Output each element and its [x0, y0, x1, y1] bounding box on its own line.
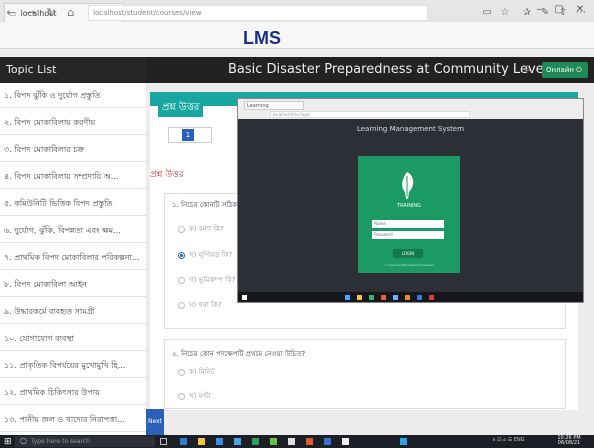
- option-label: ক) মিনিট: [189, 368, 215, 376]
- sidebar-item[interactable]: ৬. দুর্যোগ, ঝুঁকি, বিপন্নতা এবং ক্ষম...: [0, 218, 146, 243]
- radio-button[interactable]: [178, 276, 185, 284]
- search-icon: ○: [20, 436, 27, 445]
- embedded-title: Learning Management System: [356, 125, 465, 133]
- sidebar-item[interactable]: ৮. বিপদ মোকাবিলা আইন: [0, 272, 146, 297]
- course-title: Basic Disaster Preparedness at Community…: [228, 62, 548, 77]
- favorite-icon[interactable]: ☆: [498, 6, 512, 20]
- app-icon[interactable]: [306, 438, 313, 445]
- taskbar-clock[interactable]: 10:26 PM 06/08/21: [554, 436, 584, 446]
- back-icon[interactable]: ←: [4, 6, 18, 20]
- sidebar-item[interactable]: ১০. যোগাযোগ ব্যবস্থা: [0, 326, 146, 351]
- embedded-app-icon: [345, 295, 350, 300]
- reading-view-icon[interactable]: ▭: [480, 6, 494, 20]
- login-password-field[interactable]: Password: [372, 231, 444, 239]
- login-username-field[interactable]: Name: [372, 220, 444, 228]
- topic-sidebar: ১. বিপদ ঝুঁকি ও দুর্যোগ প্রস্তুতি ২. বিপ…: [0, 83, 147, 435]
- embedded-app-icon: [429, 295, 434, 300]
- quiz-card-header: প্রশ্ন উত্তর: [158, 100, 204, 117]
- radio-button-selected[interactable]: [178, 251, 185, 259]
- embedded-app-icon: [357, 295, 362, 300]
- notes-icon[interactable]: ✎: [538, 6, 552, 20]
- answer-option[interactable]: খ) ঘূর্ণিঝড় কি?: [178, 249, 232, 261]
- store-icon[interactable]: [216, 438, 223, 445]
- sidebar-item[interactable]: ৫. কমিউনিটি ভিত্তিক বিপদ প্রস্তুতি: [0, 191, 146, 216]
- url-field[interactable]: localhost/student/courses/view: [88, 5, 428, 21]
- sidebar-item[interactable]: ৩. বিপদ মোকাবিলার চক্র: [0, 137, 146, 162]
- question-text: ২. নিচের কোন পদক্ষেপটি প্রথমে নেওয়া উচি…: [172, 350, 306, 358]
- app-icon[interactable]: [400, 438, 407, 445]
- embedded-taskbar: [238, 292, 583, 302]
- leaf-logo-icon: [402, 172, 414, 199]
- option-label: ক) বন্যা কি?: [189, 225, 224, 233]
- radio-button[interactable]: [178, 225, 185, 233]
- embedded-app-icon: [381, 295, 386, 300]
- app-icon[interactable]: [288, 438, 295, 445]
- answer-option[interactable]: ক) বন্যা কি?: [178, 223, 224, 235]
- sidebar-title: Topic List: [0, 57, 146, 83]
- radio-button[interactable]: [178, 368, 185, 376]
- sidebar-item[interactable]: ৭. প্রাথমিক বিপদ মোকাবিলার পরিকল্পনা...: [0, 245, 146, 270]
- option-label: গ) ভূমিকম্প কি?: [189, 276, 236, 284]
- app-icon[interactable]: [270, 438, 277, 445]
- option-label: ঘ) খরা কি?: [189, 301, 222, 309]
- answer-option[interactable]: খ) ঘণ্টা: [178, 390, 211, 402]
- share-icon[interactable]: ⇪: [556, 6, 570, 20]
- file-explorer-icon[interactable]: [198, 438, 205, 445]
- sidebar-item[interactable]: ৪. বিপদ মোকাবিলায় সম্প্রদায়ি অ...: [0, 164, 146, 189]
- app-icon[interactable]: [252, 438, 259, 445]
- embedded-start-icon: [242, 295, 247, 300]
- sidebar-item[interactable]: ২. বিপদ মোকাবিলায় করণীয়: [0, 110, 146, 135]
- radio-button[interactable]: [178, 301, 185, 309]
- sidebar-item[interactable]: ১২. প্রাথমিক চিকিৎসার উপায়: [0, 380, 146, 405]
- radio-button[interactable]: [178, 392, 185, 400]
- refresh-icon[interactable]: ↻: [44, 6, 58, 20]
- address-bar-row: [0, 22, 594, 49]
- home-icon[interactable]: ⌂: [64, 6, 78, 20]
- answer-option[interactable]: ঘ) খরা কি?: [178, 299, 222, 311]
- forward-icon[interactable]: →: [24, 6, 38, 20]
- taskbar-search-input[interactable]: Type here to search: [15, 436, 155, 447]
- question-text: ১. নিচের কোনটি সঠিক?: [172, 201, 241, 209]
- option-label: খ) ঘণ্টা: [189, 392, 211, 400]
- embedded-app-icon: [405, 295, 410, 300]
- page-number-button[interactable]: 1: [182, 129, 194, 141]
- answer-option[interactable]: ক) মিনিট: [178, 366, 215, 378]
- windows-start-icon[interactable]: ⊞: [4, 437, 14, 447]
- edge-icon[interactable]: [180, 438, 187, 445]
- embedded-app-icon: [369, 295, 374, 300]
- system-tray[interactable]: ∧ ⊡ ⌂ ☰ ENG: [492, 437, 525, 443]
- header-action-button[interactable]: Онлайн ⏻: [542, 62, 588, 78]
- embedded-url: localhost/lms/login: [270, 111, 470, 118]
- login-brand: TRAINING: [396, 203, 422, 209]
- option-label: খ) ঘূর্ণিঝড় কি?: [189, 251, 233, 259]
- login-footer: © Learning Management System: [384, 263, 434, 267]
- more-icon[interactable]: ⋯: [574, 6, 588, 20]
- task-view-icon[interactable]: [160, 438, 167, 445]
- answer-option[interactable]: গ) ভূমিকম্প কি?: [178, 274, 236, 286]
- sidebar-item[interactable]: ১১. প্রাকৃতিক বিপর্যয়ের মুখোমুখি হি...: [0, 353, 146, 378]
- app-icon[interactable]: [324, 438, 331, 445]
- embedded-tab: Learning: [244, 101, 304, 110]
- next-button[interactable]: Next: [146, 409, 164, 435]
- app-icon[interactable]: [342, 438, 349, 445]
- favorites-hub-icon[interactable]: ✰: [520, 6, 534, 20]
- sidebar-item[interactable]: ১৩. পানীয় জল ও খাদ্যের নিরাপত্তা...: [0, 407, 146, 432]
- section-label: প্রশ্ন উত্তর: [150, 170, 184, 180]
- embedded-app-icon: [393, 295, 398, 300]
- sidebar-item[interactable]: ১. বিপদ ঝুঁকি ও দুর্যোগ প্রস্তুতি: [0, 83, 146, 108]
- overlay-title: LMS: [243, 28, 281, 48]
- mail-icon[interactable]: [234, 438, 241, 445]
- embedded-app-icon: [417, 295, 422, 300]
- lock-icon[interactable]: ⌂: [524, 63, 536, 75]
- clock-date: 06/08/21: [557, 440, 581, 446]
- login-button[interactable]: LOGIN: [393, 249, 423, 258]
- sidebar-item[interactable]: ৯. উদ্ধারকর্মে ব্যবহৃত সামগ্রী: [0, 299, 146, 324]
